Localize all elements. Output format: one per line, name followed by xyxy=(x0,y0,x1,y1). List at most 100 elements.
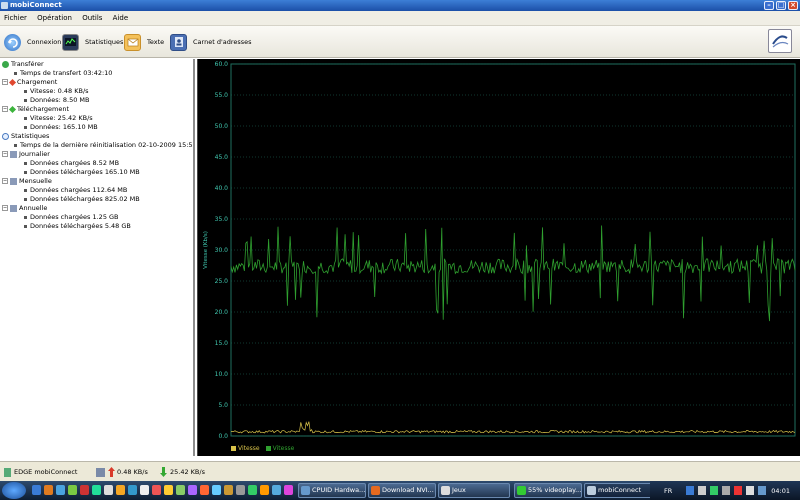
y-tick-label: 50.0 xyxy=(215,123,229,130)
y-tick-label: 20.0 xyxy=(215,309,229,316)
speed-chart: 0.0 5.0 10.0 15.0 20.0 25.0 30.0 35.0 40.0 45.0 50… xyxy=(197,59,800,456)
tray-icon[interactable] xyxy=(734,486,742,495)
quicklaunch-icon[interactable] xyxy=(56,485,65,495)
tree-node-statistiques[interactable]: Statistiques xyxy=(2,132,49,141)
quicklaunch-icon[interactable] xyxy=(164,485,173,495)
tree-node-journalier[interactable]: − Journalier xyxy=(2,150,50,159)
clock[interactable]: 04:01 xyxy=(771,487,790,495)
computer-icon xyxy=(96,467,105,477)
language-indicator[interactable]: FR xyxy=(664,487,672,495)
quicklaunch-icon[interactable] xyxy=(92,485,101,495)
connect-icon xyxy=(4,33,21,51)
tree-node-annuelle[interactable]: − Annuelle xyxy=(2,204,47,213)
quicklaunch-icon[interactable] xyxy=(260,485,269,495)
y-tick-label: 40.0 xyxy=(215,185,229,192)
tree-item-tele-donnees: Données: 165.10 MB xyxy=(24,123,98,132)
upload-icon xyxy=(8,78,17,86)
title-bar: mobiConnect – □ × xyxy=(0,0,800,11)
quicklaunch-icon[interactable] xyxy=(248,485,257,495)
quicklaunch-icon[interactable] xyxy=(200,485,209,495)
statistiques-button[interactable]: Statistiques xyxy=(62,32,123,52)
quicklaunch-icon[interactable] xyxy=(224,485,233,495)
carnet-button[interactable]: Carnet d'adresses xyxy=(170,32,252,52)
tree-item-mens-charg: Données chargées 112.64 MB xyxy=(24,186,127,195)
tree-item-jour-charg: Données chargées 8.52 MB xyxy=(24,159,119,168)
quicklaunch-icon[interactable] xyxy=(236,485,245,495)
quicklaunch-icon[interactable] xyxy=(272,485,281,495)
y-tick-label: 55.0 xyxy=(215,92,229,99)
tree-node-mensuelle[interactable]: − Mensuelle xyxy=(2,177,52,186)
legend-item-upload: Vitesse xyxy=(231,445,260,452)
tray-icon[interactable] xyxy=(710,486,718,495)
quicklaunch-icon[interactable] xyxy=(284,485,293,495)
taskbar-button-jeux[interactable]: Jeux xyxy=(438,483,510,498)
tree-node-chargement[interactable]: − Chargement xyxy=(2,78,57,87)
taskbar-button-cpuid[interactable]: CPUID Hardwa... xyxy=(298,483,366,498)
stats-tree-panel: Transférer Temps de transfert 03:42:10 −… xyxy=(0,59,195,456)
status-bar: EDGE mobiConnect 0.48 KB/s 25.42 KB/s xyxy=(0,461,800,481)
y-tick-label: 10.0 xyxy=(215,371,229,378)
quicklaunch-icon[interactable] xyxy=(32,485,41,495)
tree-item-tele-vitesse: Vitesse: 25.42 KB/s xyxy=(24,114,93,123)
taskbar: CPUID Hardwa... Download NVI... Jeux 55%… xyxy=(0,481,800,500)
address-book-icon xyxy=(170,33,187,51)
status-upload: 0.48 KB/s xyxy=(96,462,148,482)
transfer-icon xyxy=(2,60,9,68)
y-tick-label: 5.0 xyxy=(218,402,228,409)
tree-item-ann-tele: Données téléchargées 5.48 GB xyxy=(24,222,131,231)
window-title: mobiConnect xyxy=(10,1,62,9)
connexion-label: Connexion xyxy=(27,38,62,46)
tree-item-jour-tele: Données téléchargées 165.10 MB xyxy=(24,168,140,177)
tray-icon[interactable] xyxy=(722,486,730,495)
menu-fichier[interactable]: Fichier xyxy=(0,11,31,26)
menu-aide[interactable]: Aide xyxy=(109,11,132,26)
taskbar-button-videoplayer[interactable]: 55% videoplay... xyxy=(514,483,582,498)
tray-icon[interactable] xyxy=(686,486,694,495)
tree-item-mens-tele: Données téléchargées 825.02 MB xyxy=(24,195,140,204)
taskbar-button-download[interactable]: Download NVI... xyxy=(368,483,436,498)
quicklaunch-icon[interactable] xyxy=(176,485,185,495)
tree-node-transferer[interactable]: Transférer xyxy=(2,60,44,69)
calendar-icon xyxy=(10,150,17,158)
quicklaunch-icon[interactable] xyxy=(212,485,221,495)
quicklaunch-icon[interactable] xyxy=(140,485,149,495)
tree-item-ann-charg: Données chargées 1.25 GB xyxy=(24,213,119,222)
series-line-upload xyxy=(230,421,796,434)
quicklaunch-icon[interactable] xyxy=(80,485,89,495)
quicklaunch-icon[interactable] xyxy=(104,485,113,495)
connexion-button[interactable]: Connexion xyxy=(4,32,61,52)
close-button[interactable]: × xyxy=(788,1,798,10)
y-tick-label: 35.0 xyxy=(215,216,229,223)
quicklaunch-icon[interactable] xyxy=(68,485,77,495)
menu-bar: Fichier Opération Outils Aide xyxy=(0,11,800,26)
quicklaunch-icon[interactable] xyxy=(152,485,161,495)
menu-operation[interactable]: Opération xyxy=(33,11,76,26)
clock-icon xyxy=(2,132,9,140)
texte-button[interactable]: Texte xyxy=(124,32,164,52)
quicklaunch-icon[interactable] xyxy=(128,485,137,495)
minimize-button[interactable]: – xyxy=(764,1,774,10)
tree-node-telechargement[interactable]: − Téléchargement xyxy=(2,105,69,114)
y-tick-label: 30.0 xyxy=(215,247,229,254)
start-button[interactable] xyxy=(2,482,26,499)
system-tray: FR 04:01 xyxy=(650,481,800,500)
y-tick-label: 45.0 xyxy=(215,154,229,161)
tray-icon[interactable] xyxy=(746,486,754,495)
quicklaunch-icon[interactable] xyxy=(116,485,125,495)
chart-legend: Vitesse Vitesse xyxy=(231,445,294,452)
y-tick-label: 0.0 xyxy=(218,433,228,440)
status-download: 25.42 KB/s xyxy=(160,462,205,482)
tray-icon[interactable] xyxy=(758,486,766,495)
upload-arrow-icon xyxy=(108,467,115,477)
taskbar-button-mobiconnect[interactable]: mobiConnect xyxy=(584,483,652,498)
maximize-button[interactable]: □ xyxy=(776,1,786,10)
menu-outils[interactable]: Outils xyxy=(78,11,106,26)
quicklaunch-icon[interactable] xyxy=(188,485,197,495)
quicklaunch-icon[interactable] xyxy=(44,485,53,495)
tree-item-charg-donnees: Données: 8.50 MB xyxy=(24,96,89,105)
y-tick-label: 60.0 xyxy=(215,61,229,68)
statistiques-label: Statistiques xyxy=(85,38,124,46)
status-mode: EDGE mobiConnect xyxy=(4,462,77,482)
y-axis-label: Vitesse (Kb/s) xyxy=(203,231,209,269)
tray-icon[interactable] xyxy=(698,486,706,495)
